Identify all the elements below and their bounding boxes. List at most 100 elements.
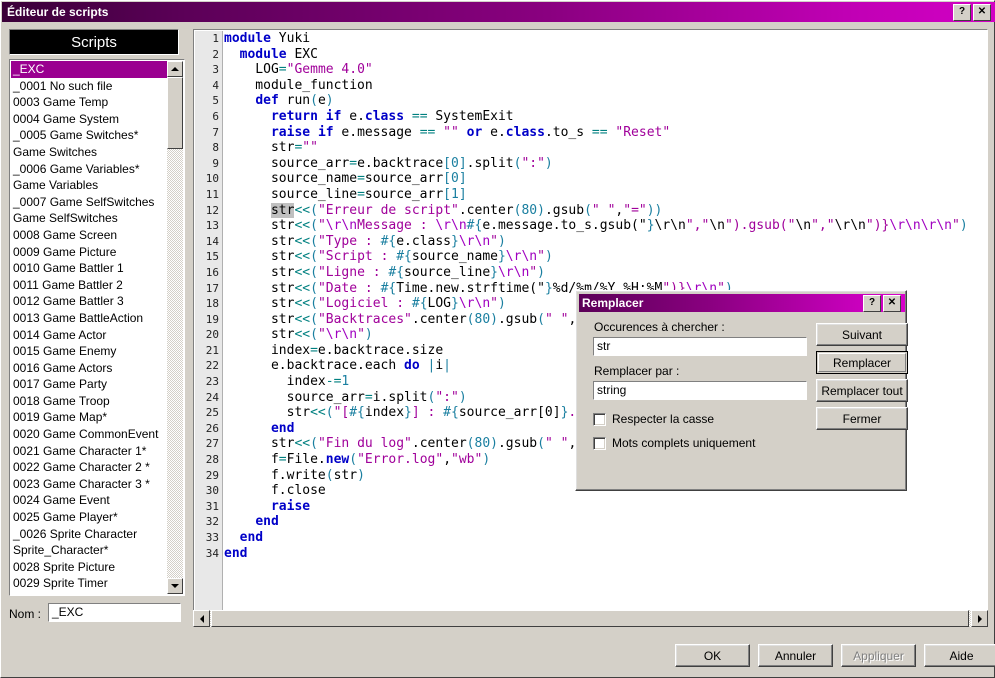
list-item[interactable]: 0029 Sprite Timer bbox=[11, 575, 168, 592]
list-item[interactable]: _EXC bbox=[11, 61, 168, 78]
replace-button[interactable]: Remplacer bbox=[816, 351, 908, 374]
code-line[interactable]: return if e.class == SystemExit bbox=[224, 109, 984, 125]
list-item[interactable]: 0004 Game System bbox=[11, 111, 168, 128]
code-line[interactable]: str<<("Ligne : #{source_line}\r\n") bbox=[224, 265, 984, 281]
line-number: 19 bbox=[205, 312, 219, 326]
script-list-scrollbar[interactable] bbox=[167, 61, 183, 594]
list-item[interactable]: 0020 Game CommonEvent bbox=[11, 426, 168, 443]
script-list-items[interactable]: _EXC _0001 No such file 0003 Game Temp 0004… bbox=[11, 61, 168, 594]
list-item[interactable]: 0025 Game Player* bbox=[11, 509, 168, 526]
whole-words-checkbox[interactable]: Mots complets uniquement bbox=[593, 436, 755, 450]
dialog-close-icon[interactable]: ✕ bbox=[883, 294, 901, 312]
scrollbar-thumb[interactable] bbox=[167, 77, 183, 149]
code-line[interactable]: raise bbox=[224, 499, 984, 515]
list-item[interactable]: _0007 Game SelfSwitches bbox=[11, 194, 168, 211]
search-input[interactable]: str bbox=[593, 337, 807, 356]
line-number-gutter: 1 2 3 4 5 6 7 8 9 10 11 12 13 14 15 16 17 18 19 20 21 22 23 24 2… bbox=[195, 31, 223, 611]
window-controls: ? ✕ bbox=[953, 3, 995, 21]
help-icon[interactable]: ? bbox=[953, 3, 971, 21]
code-line[interactable]: module Yuki bbox=[224, 31, 984, 47]
checkbox-icon[interactable] bbox=[593, 412, 606, 426]
close-dialog-button[interactable]: Fermer bbox=[816, 407, 908, 430]
list-item[interactable]: 0012 Game Battler 3 bbox=[11, 293, 168, 310]
replace-input[interactable]: string bbox=[593, 381, 807, 400]
code-line[interactable]: def run(e) bbox=[224, 93, 984, 109]
list-item[interactable]: 0014 Game Actor bbox=[11, 327, 168, 344]
list-item[interactable]: 0008 Game Screen bbox=[11, 227, 168, 244]
list-item[interactable]: 0015 Game Enemy bbox=[11, 343, 168, 360]
line-number: 9 bbox=[212, 156, 219, 170]
list-item[interactable]: _0001 No such file bbox=[11, 78, 168, 95]
replace-dialog-body: Occurences à chercher : str Remplacer pa… bbox=[579, 315, 908, 489]
find-next-button[interactable]: Suivant bbox=[816, 323, 908, 346]
line-number: 12 bbox=[205, 203, 219, 217]
scroll-right-button[interactable] bbox=[971, 610, 988, 627]
list-item[interactable]: 0016 Game Actors bbox=[11, 360, 168, 377]
list-item[interactable]: _0006 Game Variables* bbox=[11, 161, 168, 178]
aide-button[interactable]: Aide bbox=[924, 644, 995, 667]
whole-words-label: Mots complets uniquement bbox=[612, 436, 756, 450]
line-number: 26 bbox=[205, 421, 219, 435]
code-line[interactable]: module_function bbox=[224, 78, 984, 94]
name-input[interactable]: _EXC bbox=[48, 603, 181, 622]
list-item[interactable]: 0024 Game Event bbox=[11, 492, 168, 509]
code-line[interactable]: str<<("Script : #{source_name}\r\n") bbox=[224, 249, 984, 265]
dialog-help-icon[interactable]: ? bbox=[863, 294, 881, 312]
editor-horizontal-scrollbar[interactable] bbox=[193, 610, 988, 627]
list-item[interactable]: 0023 Game Character 3 * bbox=[11, 476, 168, 493]
code-line[interactable]: source_arr=e.backtrace[0].split(":") bbox=[224, 156, 984, 172]
list-item[interactable]: 0010 Game Battler 1 bbox=[11, 260, 168, 277]
list-item[interactable]: _0005 Game Switches* bbox=[11, 127, 168, 144]
list-item[interactable]: Game SelfSwitches bbox=[11, 210, 168, 227]
code-line[interactable]: source_name=source_arr[0] bbox=[224, 171, 984, 187]
chevron-right-icon bbox=[977, 614, 982, 623]
case-sensitive-checkbox[interactable]: Respecter la casse bbox=[593, 412, 714, 426]
list-item[interactable]: 0009 Game Picture bbox=[11, 244, 168, 261]
code-line[interactable]: str="" bbox=[224, 140, 984, 156]
script-list[interactable]: _EXC _0001 No such file 0003 Game Temp 0004… bbox=[9, 59, 185, 596]
checkbox-icon[interactable] bbox=[593, 436, 606, 450]
list-item[interactable]: Game Switches bbox=[11, 144, 168, 161]
code-line[interactable]: end bbox=[224, 546, 984, 562]
code-line[interactable]: module EXC bbox=[224, 47, 984, 63]
code-line[interactable]: source_line=source_arr[1] bbox=[224, 187, 984, 203]
line-number: 11 bbox=[205, 187, 219, 201]
list-item[interactable]: 0003 Game Temp bbox=[11, 94, 168, 111]
scroll-up-button[interactable] bbox=[167, 61, 183, 77]
search-field-label: Occurences à chercher : bbox=[594, 320, 725, 334]
footer-button-row: OK Annuler Appliquer Aide bbox=[675, 644, 995, 667]
code-line[interactable]: LOG="Gemme 4.0" bbox=[224, 62, 984, 78]
list-item[interactable]: 0019 Game Map* bbox=[11, 409, 168, 426]
scroll-left-button[interactable] bbox=[193, 610, 210, 627]
replace-button-label: Remplacer bbox=[818, 353, 906, 372]
list-item[interactable]: 0021 Game Character 1* bbox=[11, 443, 168, 460]
list-item[interactable]: Sprite_Character* bbox=[11, 542, 168, 559]
list-item[interactable]: 0011 Game Battler 2 bbox=[11, 277, 168, 294]
code-line[interactable]: end bbox=[224, 530, 984, 546]
list-item[interactable]: 0030 Spriteset Map bbox=[11, 592, 168, 594]
line-number: 25 bbox=[205, 406, 219, 420]
list-item[interactable]: 0013 Game BattleAction bbox=[11, 310, 168, 327]
replace-dialog-title: Remplacer bbox=[582, 296, 644, 310]
line-number: 20 bbox=[205, 328, 219, 342]
code-line[interactable]: str<<("Erreur de script".center(80).gsub… bbox=[224, 202, 984, 219]
hscrollbar-thumb[interactable] bbox=[211, 610, 969, 627]
code-line[interactable]: raise if e.message == "" or e.class.to_s… bbox=[224, 125, 984, 141]
code-line[interactable]: str<<("\r\nMessage : \r\n#{e.message.to_… bbox=[224, 218, 984, 234]
close-icon[interactable]: ✕ bbox=[973, 3, 991, 21]
list-item[interactable]: Game Variables bbox=[11, 177, 168, 194]
list-item[interactable]: 0028 Sprite Picture bbox=[11, 559, 168, 576]
list-item[interactable]: _0026 Sprite Character bbox=[11, 526, 168, 543]
ok-button[interactable]: OK bbox=[675, 644, 750, 667]
replace-all-button[interactable]: Remplacer tout bbox=[816, 379, 908, 402]
code-line[interactable]: str<<("Type : #{e.class}\r\n") bbox=[224, 234, 984, 250]
code-line[interactable]: end bbox=[224, 514, 984, 530]
line-number: 34 bbox=[205, 546, 219, 560]
list-item[interactable]: 0022 Game Character 2 * bbox=[11, 459, 168, 476]
scroll-down-button[interactable] bbox=[167, 578, 183, 594]
list-item[interactable]: 0018 Game Troop bbox=[11, 393, 168, 410]
line-number: 16 bbox=[205, 265, 219, 279]
annuler-button[interactable]: Annuler bbox=[758, 644, 833, 667]
list-item[interactable]: 0017 Game Party bbox=[11, 376, 168, 393]
line-number: 7 bbox=[212, 125, 219, 139]
